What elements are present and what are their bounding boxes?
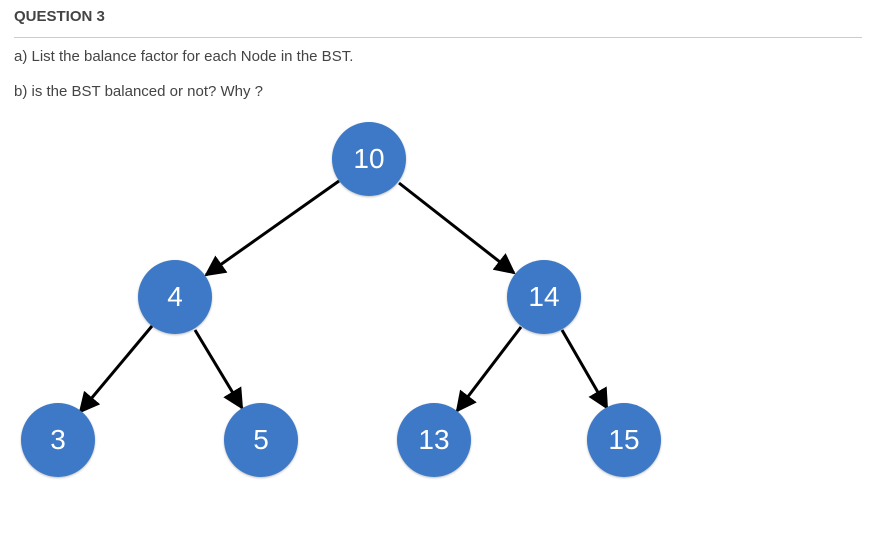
sub-question-a: a) List the balance factor for each Node… [14, 46, 862, 69]
node-10: 10 [332, 122, 406, 196]
sub-question-b: b) is the BST balanced or not? Why ? [14, 81, 862, 104]
node-15: 15 [587, 403, 661, 477]
divider [14, 37, 862, 38]
question-title: QUESTION 3 [14, 8, 862, 25]
node-4: 4 [138, 260, 212, 334]
node-14: 14 [507, 260, 581, 334]
node-13: 13 [397, 403, 471, 477]
node-3: 3 [21, 403, 95, 477]
node-5: 5 [224, 403, 298, 477]
bst-diagram: 10 4 14 3 5 13 15 [14, 115, 774, 495]
page: QUESTION 3 a) List the balance factor fo… [0, 0, 876, 503]
